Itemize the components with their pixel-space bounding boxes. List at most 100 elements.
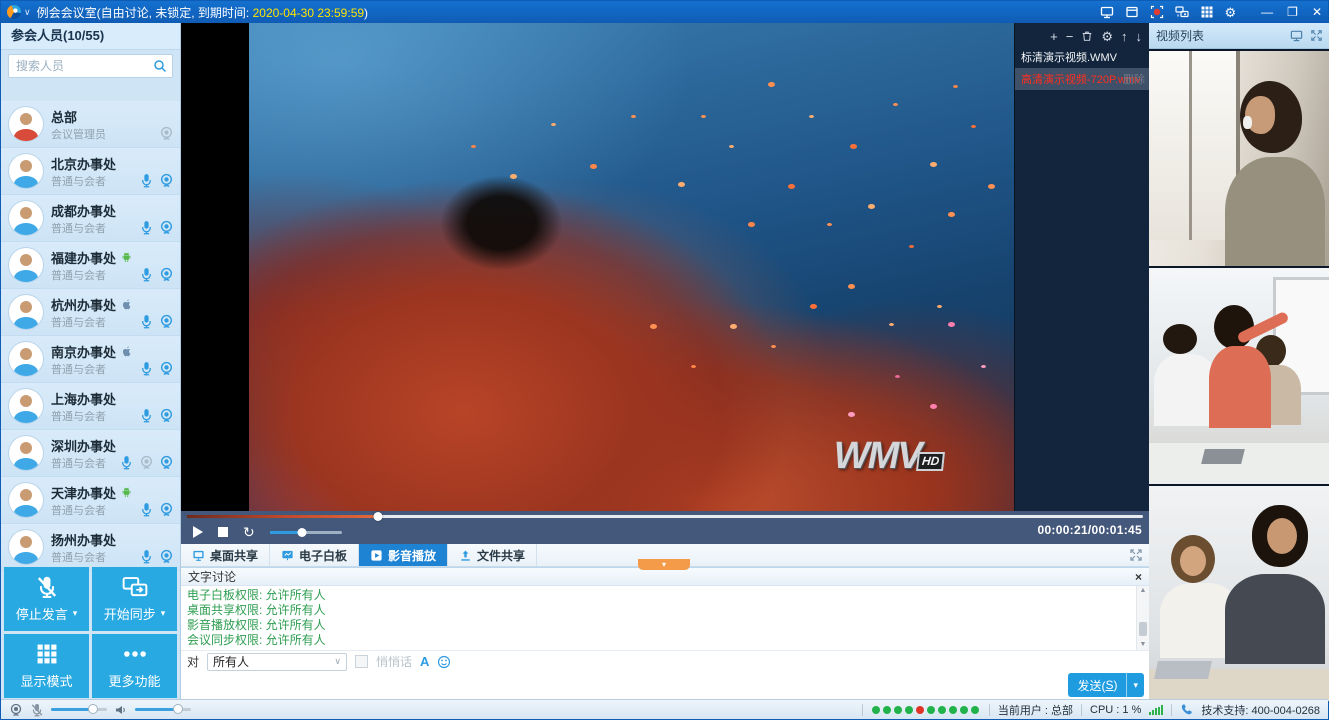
participant-row[interactable]: 福建办事处 普通与会者 bbox=[1, 242, 180, 289]
participant-row[interactable]: 扬州办事处 普通与会者 bbox=[1, 524, 180, 571]
speaker-volume-handle[interactable] bbox=[173, 704, 183, 714]
chevron-down-icon[interactable]: ▾ bbox=[161, 608, 166, 619]
playlist-remove-button[interactable]: − bbox=[1066, 30, 1074, 43]
display-mode-button[interactable]: 显示模式 bbox=[4, 634, 89, 698]
playlist-item-selected[interactable]: 高清演示视频-720P.wmv 删除 bbox=[1015, 68, 1149, 90]
fullscreen-icon[interactable] bbox=[1129, 548, 1143, 562]
player-progress-handle[interactable] bbox=[374, 512, 383, 521]
camera-icon[interactable] bbox=[139, 455, 154, 470]
camera-icon[interactable] bbox=[159, 408, 174, 423]
speaker-volume-slider[interactable] bbox=[135, 708, 191, 711]
mic-volume-handle[interactable] bbox=[88, 704, 98, 714]
settings-gear-icon[interactable]: ⚙ bbox=[1225, 6, 1237, 19]
playlist-add-button[interactable]: + bbox=[1050, 30, 1058, 43]
tab-file-share[interactable]: 文件共享 bbox=[448, 544, 537, 566]
playlist-settings-icon[interactable]: ⚙ bbox=[1101, 30, 1113, 43]
camera-icon[interactable] bbox=[159, 361, 174, 376]
participant-row[interactable]: 北京办事处 普通与会者 bbox=[1, 148, 180, 195]
search-icon[interactable] bbox=[153, 59, 167, 73]
playing-video[interactable]: WMV HD bbox=[249, 23, 1014, 511]
apple-icon bbox=[120, 345, 133, 358]
scrollbar-thumb[interactable] bbox=[1139, 622, 1147, 636]
chat-scrollbar[interactable]: ▲ ▼ bbox=[1136, 586, 1149, 650]
minimize-button[interactable]: — bbox=[1261, 6, 1273, 18]
tab-whiteboard[interactable]: 电子白板 bbox=[270, 544, 359, 566]
camera-icon[interactable] bbox=[159, 267, 174, 282]
camera-toggle-icon[interactable] bbox=[9, 703, 23, 717]
camera-icon[interactable] bbox=[159, 314, 174, 329]
player-progress-bar[interactable] bbox=[187, 515, 1143, 518]
video-mode-icon[interactable] bbox=[1290, 29, 1303, 42]
mic-icon[interactable] bbox=[139, 220, 154, 235]
scroll-up-icon[interactable]: ▲ bbox=[1137, 586, 1149, 596]
send-button[interactable]: 发送(S) ▾ bbox=[1068, 673, 1144, 697]
playlist-delete-icon[interactable] bbox=[1081, 30, 1093, 42]
chat-input[interactable] bbox=[181, 672, 1149, 701]
mic-volume-slider[interactable] bbox=[51, 708, 107, 711]
player-volume-handle[interactable] bbox=[298, 528, 307, 537]
expand-icon[interactable] bbox=[1310, 29, 1323, 42]
participant-row[interactable]: 天津办事处 普通与会者 bbox=[1, 477, 180, 524]
playlist-move-up-button[interactable]: ↑ bbox=[1121, 30, 1128, 43]
chat-collapse-handle[interactable]: ▾ bbox=[638, 559, 690, 570]
camera-icon[interactable] bbox=[159, 126, 174, 141]
recipient-dropdown[interactable]: 所有人 ∨ bbox=[207, 653, 347, 671]
camera-icon[interactable] bbox=[159, 220, 174, 235]
mic-icon[interactable] bbox=[139, 267, 154, 282]
camera-icon[interactable] bbox=[159, 549, 174, 564]
mic-icon[interactable] bbox=[139, 173, 154, 188]
participant-row[interactable]: 总部 会议管理员 bbox=[1, 101, 180, 148]
scroll-down-icon[interactable]: ▼ bbox=[1137, 640, 1149, 650]
playlist-move-down-button[interactable]: ↓ bbox=[1136, 30, 1143, 43]
play-button[interactable] bbox=[193, 526, 203, 538]
window-share-icon[interactable] bbox=[1125, 5, 1139, 19]
network-icon[interactable] bbox=[1175, 5, 1189, 19]
button-label: 开始同步 bbox=[104, 604, 156, 623]
replay-icon[interactable]: ↻ bbox=[243, 525, 255, 539]
chevron-down-icon[interactable]: ▾ bbox=[73, 608, 78, 619]
mic-icon[interactable] bbox=[139, 549, 154, 564]
chat-close-icon[interactable]: × bbox=[1135, 571, 1142, 583]
search-input[interactable] bbox=[14, 58, 153, 74]
app-menu-chevron-icon[interactable]: ∨ bbox=[24, 7, 31, 18]
camera-icon[interactable] bbox=[159, 502, 174, 517]
mic-icon[interactable] bbox=[139, 502, 154, 517]
mic-icon[interactable] bbox=[139, 408, 154, 423]
camera-icon[interactable] bbox=[159, 455, 174, 470]
mic-icon[interactable] bbox=[119, 455, 134, 470]
record-icon[interactable] bbox=[1150, 5, 1164, 19]
video-thumbnail[interactable] bbox=[1149, 51, 1329, 266]
video-thumbnail[interactable] bbox=[1149, 486, 1329, 701]
current-user-label: 当前用户 : 总部 bbox=[998, 702, 1073, 718]
participant-row[interactable]: 杭州办事处 普通与会者 bbox=[1, 289, 180, 336]
mic-icon[interactable] bbox=[139, 361, 154, 376]
apple-icon bbox=[120, 298, 133, 311]
participant-row[interactable]: 深圳办事处 普通与会者 bbox=[1, 430, 180, 477]
playlist-item[interactable]: 标清演示视频.WMV bbox=[1015, 46, 1149, 68]
video-thumbnail[interactable] bbox=[1149, 268, 1329, 483]
stop-speaking-button[interactable]: 停止发言▾ bbox=[4, 567, 89, 631]
stop-button[interactable] bbox=[218, 527, 228, 537]
close-button[interactable]: ✕ bbox=[1312, 6, 1322, 18]
monitor-icon[interactable] bbox=[1100, 5, 1114, 19]
display-mode-icon[interactable] bbox=[1200, 5, 1214, 19]
emoji-icon[interactable] bbox=[437, 655, 451, 669]
send-options-arrow[interactable]: ▾ bbox=[1127, 680, 1144, 691]
participant-row[interactable]: 上海办事处 普通与会者 bbox=[1, 383, 180, 430]
player-volume-slider[interactable] bbox=[270, 531, 342, 534]
mic-icon[interactable] bbox=[139, 314, 154, 329]
tab-media-playback[interactable]: 影音播放 bbox=[359, 544, 448, 566]
tab-desktop-share[interactable]: 桌面共享 bbox=[181, 544, 270, 566]
app-logo-icon[interactable] bbox=[7, 5, 21, 19]
participant-row[interactable]: 成都办事处 普通与会者 bbox=[1, 195, 180, 242]
camera-icon[interactable] bbox=[159, 173, 174, 188]
playlist-item-delete-link[interactable]: 删除 bbox=[1123, 71, 1145, 87]
whisper-checkbox[interactable] bbox=[355, 655, 368, 668]
participant-row[interactable]: 南京办事处 普通与会者 bbox=[1, 336, 180, 383]
mic-muted-icon[interactable] bbox=[30, 703, 44, 717]
maximize-button[interactable]: ❐ bbox=[1287, 6, 1298, 18]
font-style-button[interactable]: A bbox=[420, 654, 429, 669]
start-sync-button[interactable]: 开始同步 ▾ bbox=[92, 567, 177, 631]
more-functions-button[interactable]: 更多功能 bbox=[92, 634, 177, 698]
speaker-icon[interactable] bbox=[114, 703, 128, 717]
